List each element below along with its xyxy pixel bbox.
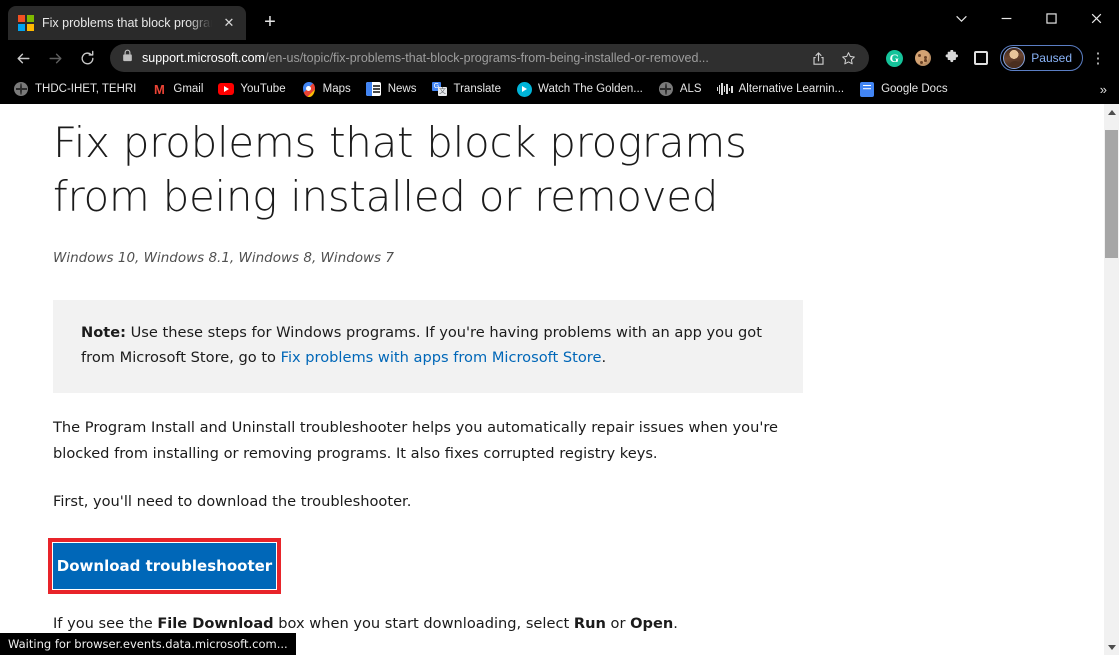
browser-tab[interactable]: Fix problems that block programs ✕ [8, 6, 246, 40]
browser-window: Fix problems that block programs ✕ + sup… [0, 0, 1119, 655]
bookmark-label: Translate [453, 83, 502, 95]
bookmarks-bar: THDC-IHET, TEHRI M Gmail YouTube Maps Ne… [0, 76, 1119, 102]
google-translate-icon [432, 81, 448, 97]
lock-icon [122, 49, 134, 67]
applies-to-text: Windows 10, Windows 8.1, Windows 8, Wind… [53, 249, 394, 266]
microsoft-store-link[interactable]: Fix problems with apps from Microsoft St… [281, 349, 602, 366]
tab-title: Fix problems that block programs [42, 16, 212, 30]
bookmark-label: THDC-IHET, TEHRI [35, 83, 137, 95]
extensions-puzzle-icon[interactable] [939, 45, 965, 71]
bookmark-youtube[interactable]: YouTube [211, 78, 292, 100]
avatar [1003, 47, 1026, 69]
p3-bold-file-download: File Download [157, 615, 274, 633]
bookmark-label: News [387, 83, 417, 95]
sync-paused-label: Paused [1031, 51, 1072, 65]
side-panel-square [974, 51, 989, 65]
google-news-icon [366, 81, 382, 97]
bookmark-translate[interactable]: Translate [425, 78, 509, 100]
note-text-after: . [601, 349, 607, 367]
new-tab-button[interactable]: + [256, 9, 284, 37]
browser-toolbar: support.microsoft.com/en-us/topic/fix-pr… [0, 40, 1119, 76]
cookie-shape [915, 50, 932, 66]
waveform-icon [716, 81, 733, 97]
red-highlight-box [48, 538, 281, 595]
note-callout: Note: Use these steps for Windows progra… [53, 299, 803, 394]
bookmark-label: YouTube [240, 83, 286, 95]
p3-text-3: or [605, 615, 631, 633]
maximize-icon[interactable] [1029, 1, 1074, 35]
bookmark-label: Maps [322, 83, 351, 95]
download-button-wrapper: Download troubleshooter [48, 538, 281, 595]
page-title: Fix problems that block programs from be… [53, 118, 747, 221]
close-icon[interactable] [1074, 1, 1119, 35]
paragraph-download-prompt: First, you'll need to download the troub… [53, 493, 412, 511]
p3-text-2: box when you start downloading, select [273, 615, 574, 633]
bookmarks-overflow-button[interactable]: » [1094, 80, 1113, 99]
back-arrow-icon[interactable] [8, 43, 38, 73]
star-icon[interactable] [837, 47, 859, 69]
grammarly-glyph: G [885, 49, 903, 67]
profile-button[interactable]: Paused [1000, 45, 1083, 71]
windows-logo-icon [18, 15, 34, 31]
url-text: support.microsoft.com/en-us/topic/fix-pr… [142, 51, 799, 65]
globe-icon [13, 81, 29, 97]
address-bar[interactable]: support.microsoft.com/en-us/topic/fix-pr… [110, 44, 870, 72]
google-docs-icon [859, 81, 875, 97]
p3-text-4: . [673, 615, 678, 633]
play-circle-icon [516, 81, 532, 97]
article-content: Fix problems that block programs from be… [0, 104, 803, 655]
bookmark-label: Gmail [173, 83, 204, 95]
url-domain: support.microsoft.com [142, 51, 265, 65]
bookmark-google-docs[interactable]: Google Docs [852, 78, 954, 100]
bookmark-thdc-ihet[interactable]: THDC-IHET, TEHRI [6, 78, 143, 100]
bookmark-label: Watch The Golden... [538, 83, 643, 95]
paragraph-intro: The Program Install and Uninstall troubl… [53, 419, 779, 463]
bookmark-alternative-learning[interactable]: Alternative Learnin... [710, 78, 851, 100]
bookmark-label: ALS [679, 83, 702, 95]
browser-menu-button[interactable]: ⋮ [1085, 45, 1111, 71]
extension-icons: G [881, 45, 994, 71]
window-controls [939, 0, 1119, 36]
youtube-icon [218, 81, 235, 97]
close-icon[interactable]: ✕ [220, 14, 238, 32]
side-panel-icon[interactable] [968, 45, 994, 71]
minimize-icon[interactable] [984, 1, 1029, 35]
url-path: /en-us/topic/fix-problems-that-block-pro… [264, 51, 709, 65]
bookmark-label: Google Docs [881, 83, 948, 95]
bookmark-maps[interactable]: Maps [294, 78, 358, 100]
reload-icon[interactable] [72, 43, 102, 73]
note-label: Note: [81, 323, 126, 341]
grammarly-extension-icon[interactable]: G [881, 45, 907, 71]
status-bubble: Waiting for browser.events.data.microsof… [0, 633, 296, 655]
bookmark-label: Alternative Learnin... [738, 83, 845, 95]
tab-strip: Fix problems that block programs ✕ + [0, 0, 1119, 40]
p3-text-1: If you see the [53, 615, 158, 633]
bookmark-watch-the-golden[interactable]: Watch The Golden... [509, 78, 650, 100]
bookmark-als[interactable]: ALS [651, 78, 709, 100]
bookmark-news[interactable]: News [359, 78, 424, 100]
support-article-page: Fix problems that block programs from be… [0, 104, 1104, 655]
forward-arrow-icon[interactable] [40, 43, 70, 73]
p3-bold-run: Run [573, 615, 606, 633]
bookmark-gmail[interactable]: M Gmail [144, 78, 210, 100]
gmail-icon: M [153, 81, 165, 97]
scrollbar-thumb[interactable] [1105, 130, 1118, 258]
note-paragraph: Note: Use these steps for Windows progra… [81, 320, 775, 372]
page-viewport: Fix problems that block programs from be… [0, 104, 1119, 655]
page-scrollbar[interactable] [1104, 104, 1119, 655]
share-icon[interactable] [807, 47, 829, 69]
globe-icon [658, 81, 674, 97]
maps-pin-icon [301, 81, 317, 97]
cookie-extension-icon[interactable] [910, 45, 936, 71]
p3-bold-open: Open [630, 615, 674, 633]
scroll-up-arrow-icon[interactable] [1104, 104, 1119, 120]
scroll-down-arrow-icon[interactable] [1104, 639, 1119, 655]
chevron-down-icon[interactable] [939, 1, 984, 35]
